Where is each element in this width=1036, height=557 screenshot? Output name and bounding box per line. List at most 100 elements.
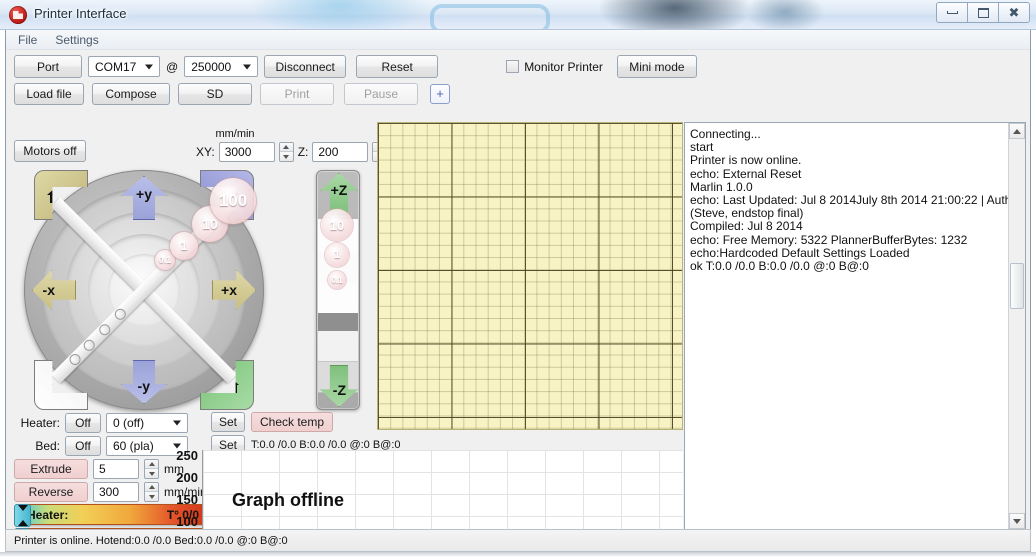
mini-mode-button[interactable]: Mini mode xyxy=(616,55,697,78)
checkbox-box-icon xyxy=(506,60,520,73)
console-line: Connecting... xyxy=(690,127,761,141)
bed-row: Bed: Off 60 (pla) xyxy=(14,436,188,456)
printer-app-icon xyxy=(9,6,27,24)
stepper-down-icon[interactable] xyxy=(145,469,158,478)
step-label-100[interactable]: 100 xyxy=(210,178,256,224)
printer-interface-window: Printer Interface ✖ File Settings Port C… xyxy=(0,0,1036,557)
xy-jog-dial: +y -y -x +x X y z xyxy=(24,170,264,410)
titlebar-backdrop-glow xyxy=(250,0,430,29)
graph-tick-250: 250 xyxy=(176,448,198,463)
z-step-label-01[interactable]: 0.1 xyxy=(328,271,346,289)
console-output[interactable]: Connecting... start Printer is now onlin… xyxy=(684,122,1026,530)
scrollbar-thumb[interactable] xyxy=(1010,263,1024,309)
menu-item-settings[interactable]: Settings xyxy=(55,33,98,47)
heater-toggle-button[interactable]: Off xyxy=(65,413,101,433)
monitor-printer-checkbox[interactable]: Monitor Printer xyxy=(506,60,603,74)
heater-label: Heater: xyxy=(20,416,60,430)
console-scrollbar[interactable] xyxy=(1008,123,1025,529)
scroll-down-icon[interactable] xyxy=(1009,513,1025,529)
port-select-value: COM17 xyxy=(95,59,137,74)
heater-preset-value: 0 (off) xyxy=(113,416,145,430)
z-band-divider xyxy=(318,313,358,331)
console-line: echo: Free Memory: 5322 PlannerBufferByt… xyxy=(690,232,968,247)
z-speed-input[interactable]: 200 xyxy=(312,142,369,162)
console-line: Compiled: Jul 8 2014 xyxy=(690,219,803,234)
check-temp-button[interactable]: Check temp xyxy=(251,412,333,432)
console-line: Printer is now online. xyxy=(690,153,802,168)
menu-bar: File Settings xyxy=(6,30,1030,50)
titlebar-backdrop-dark xyxy=(600,0,750,29)
baud-select[interactable]: 250000 xyxy=(184,56,259,77)
port-button[interactable]: Port xyxy=(14,55,82,78)
scroll-up-icon[interactable] xyxy=(1009,123,1025,139)
compose-button[interactable]: Compose xyxy=(92,82,170,105)
heater-slider-handle[interactable] xyxy=(14,504,31,527)
stepper-up-icon[interactable] xyxy=(279,143,293,152)
motors-off-button[interactable]: Motors off xyxy=(14,140,86,162)
console-lines: Connecting... start Printer is now onlin… xyxy=(690,127,1025,274)
jog-y-minus-label: -y xyxy=(137,378,151,394)
reverse-speed-input[interactable]: 300 xyxy=(93,482,139,502)
sd-button[interactable]: SD xyxy=(178,82,252,105)
pause-button: Pause xyxy=(344,82,418,105)
chevron-down-icon xyxy=(145,64,153,69)
console-line: ok T:0.0 /0.0 B:0.0 /0.0 @:0 B@:0 xyxy=(690,259,869,274)
jog-x-minus-label: -x xyxy=(42,282,56,298)
reset-button[interactable]: Reset xyxy=(356,55,439,78)
extrude-button[interactable]: Extrude xyxy=(14,459,88,479)
add-tab-button[interactable]: + xyxy=(430,83,450,104)
maximize-button[interactable] xyxy=(967,2,999,23)
graph-tick-150: 150 xyxy=(176,492,198,507)
z-jog-strip: +Z -Z 10 1 0.1 xyxy=(316,170,360,410)
z-band-neg-01[interactable] xyxy=(318,331,358,361)
speed-units-label: mm/min xyxy=(215,128,255,140)
bed-label: Bed: xyxy=(35,439,60,453)
load-file-button[interactable]: Load file xyxy=(14,82,84,105)
z-step-label-10[interactable]: 10 xyxy=(321,209,353,241)
extrude-stepper[interactable] xyxy=(144,459,159,479)
client-area: File Settings Port COM17 @ 250000 Discon… xyxy=(5,30,1031,557)
set-heater-row: Set Check temp xyxy=(211,412,333,432)
step-label-1[interactable]: 1 xyxy=(170,232,198,260)
bed-preset-value: 60 (pla) xyxy=(113,439,154,453)
jog-y-plus-label: +y xyxy=(136,186,152,202)
z-step-label-1[interactable]: 1 xyxy=(325,243,349,267)
graph-tick-200: 200 xyxy=(176,470,198,485)
close-button[interactable]: ✖ xyxy=(998,2,1030,23)
status-bar: Printer is online. Hotend:0.0 /0.0 Bed:0… xyxy=(5,529,1031,552)
jog-x-plus-label: +x xyxy=(221,282,237,298)
job-toolbar: Load file Compose SD Print Pause + xyxy=(14,82,450,105)
reverse-stepper[interactable] xyxy=(144,482,159,502)
stepper-up-icon[interactable] xyxy=(145,460,158,469)
disconnect-button[interactable]: Disconnect xyxy=(264,55,347,78)
heater-bar-label: Heater: xyxy=(27,507,69,522)
chevron-down-icon xyxy=(173,420,181,426)
stepper-down-icon[interactable] xyxy=(279,152,293,161)
menu-item-file[interactable]: File xyxy=(18,33,37,47)
stepper-up-icon[interactable] xyxy=(145,483,158,492)
minimize-button[interactable] xyxy=(936,2,968,23)
heater-row: Heater: Off 0 (off) xyxy=(14,413,188,433)
reverse-button[interactable]: Reverse xyxy=(14,482,88,502)
xy-speed-stepper[interactable] xyxy=(278,142,294,162)
window-controls: ✖ xyxy=(936,2,1030,23)
heater-preset-select[interactable]: 0 (off) xyxy=(106,413,188,433)
titlebar-backdrop-blur xyxy=(745,0,825,29)
status-text: Printer is online. Hotend:0.0 /0.0 Bed:0… xyxy=(14,534,288,547)
set-heater-button[interactable]: Set xyxy=(211,412,245,432)
graph-tick-100: 100 xyxy=(176,514,198,529)
title-bar: Printer Interface ✖ xyxy=(0,0,1036,30)
stepper-down-icon[interactable] xyxy=(145,492,158,501)
extrude-amount-input[interactable]: 5 xyxy=(93,459,139,479)
print-button: Print xyxy=(260,82,334,105)
build-plate-view[interactable] xyxy=(377,122,683,430)
xy-speed-input[interactable]: 3000 xyxy=(218,142,275,162)
speed-controls: mm/min XY: 3000 Z: 200 xyxy=(196,128,388,162)
xy-speed-label: XY: xyxy=(196,145,215,159)
monitor-printer-label: Monitor Printer xyxy=(524,59,603,74)
minimize-icon xyxy=(946,11,958,14)
connection-toolbar: Port COM17 @ 250000 Disconnect Reset Mon… xyxy=(14,55,697,78)
port-select[interactable]: COM17 xyxy=(88,56,160,77)
bed-toggle-button[interactable]: Off xyxy=(65,436,101,456)
close-icon: ✖ xyxy=(1008,5,1020,20)
